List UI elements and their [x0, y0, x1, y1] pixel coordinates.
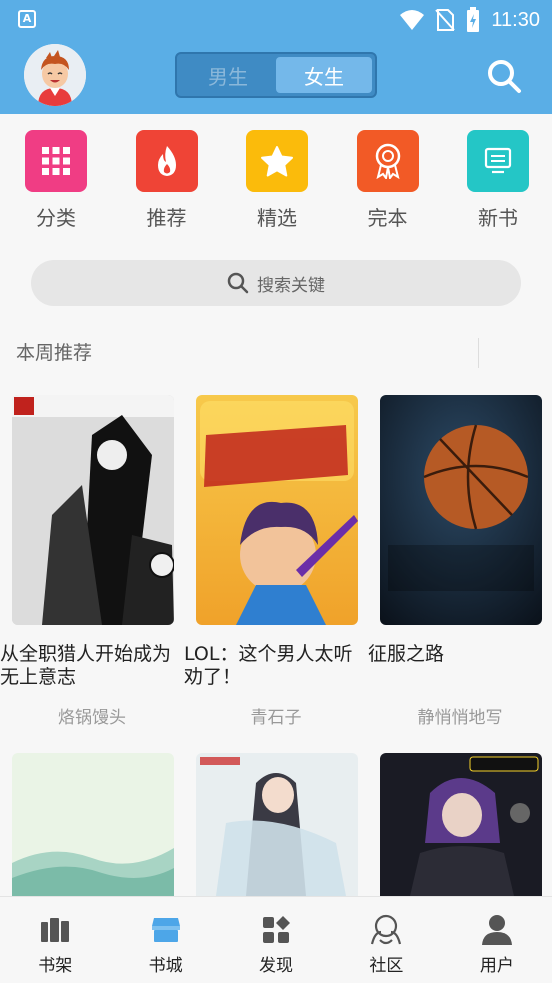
badge-icon [375, 143, 400, 179]
clock: 11:30 [491, 8, 540, 31]
user-icon [481, 915, 512, 945]
category-tuijian[interactable]: 推荐 [135, 114, 199, 244]
nav-store[interactable]: 书城 [110, 897, 220, 983]
section-title: 本周推荐 [16, 342, 93, 364]
category-tile [356, 130, 419, 192]
wifi-icon [400, 10, 425, 30]
star-icon [261, 146, 293, 177]
search-button[interactable] [486, 58, 522, 94]
status-bar: A 11:30 [0, 0, 552, 40]
book-title: 从全职猎人开始成为无上意志 [0, 643, 172, 688]
category-fenlei[interactable]: 分类 [24, 114, 88, 244]
category-row: 分类 推荐 精选 完本 新书 [0, 114, 552, 244]
nav-label: 发现 [259, 956, 294, 976]
nav-bookshelf[interactable]: 书架 [0, 897, 110, 983]
gender-toggle: 男生 女生 [175, 52, 377, 98]
book-author: 静悄悄地写 [417, 708, 503, 728]
discover-icon [263, 916, 291, 943]
search-icon [227, 272, 249, 294]
book-title: LOL：这个男人太听劝了！ [184, 643, 353, 688]
book-title: 征服之路 [368, 643, 445, 665]
system-icons: 11:30 [399, 6, 540, 34]
bookshelf-icon [41, 918, 70, 942]
category-label: 精选 [257, 206, 297, 230]
category-tile [135, 130, 198, 192]
store-icon [151, 918, 180, 942]
top-bar: 男生 女生 [0, 40, 552, 114]
category-label: 新书 [478, 206, 518, 230]
search-icon [488, 60, 521, 93]
avatar[interactable] [24, 44, 86, 106]
nav-community[interactable]: 社区 [331, 897, 441, 983]
book-cover [380, 753, 542, 896]
book-cover [12, 753, 174, 896]
category-xinshu[interactable]: 新书 [466, 114, 530, 244]
category-jingxuan[interactable]: 精选 [245, 114, 309, 244]
community-icon [371, 914, 402, 945]
bottom-nav: 书架 书城 发现 社区 用户 [0, 896, 552, 983]
nav-label: 书城 [148, 956, 183, 976]
category-tile [25, 130, 87, 192]
tab-male[interactable]: 男生 [180, 57, 276, 93]
book-cover [196, 395, 358, 625]
category-label: 推荐 [146, 206, 187, 230]
tab-female[interactable]: 女生 [276, 57, 372, 93]
nav-user[interactable]: 用户 [442, 897, 552, 983]
category-label: 分类 [36, 206, 76, 230]
category-tile [467, 130, 529, 192]
category-label: 完本 [367, 206, 408, 230]
grid-icon [42, 147, 70, 175]
category-tile [246, 130, 308, 192]
divider [478, 338, 479, 368]
book-cover [12, 395, 174, 625]
nav-label: 用户 [479, 956, 514, 976]
no-sim-icon [435, 9, 456, 31]
book-cover [380, 395, 542, 625]
flame-icon [157, 146, 176, 176]
book-author: 烙锅馒头 [58, 708, 126, 728]
battery-charging-icon [467, 7, 480, 32]
book-cover [196, 753, 358, 896]
search-placeholder: 搜索关键 [257, 275, 325, 296]
monitor-icon [484, 147, 512, 174]
avatar-boy-icon [24, 44, 86, 106]
search-bar[interactable]: 搜索关键 [31, 260, 521, 306]
book-author: 青石子 [250, 708, 302, 728]
nav-label: 书架 [38, 956, 73, 976]
nav-discover[interactable]: 发现 [221, 897, 331, 983]
nav-label: 社区 [369, 956, 404, 976]
app-notification-icon: A [18, 10, 36, 28]
category-wanben[interactable]: 完本 [356, 114, 420, 244]
